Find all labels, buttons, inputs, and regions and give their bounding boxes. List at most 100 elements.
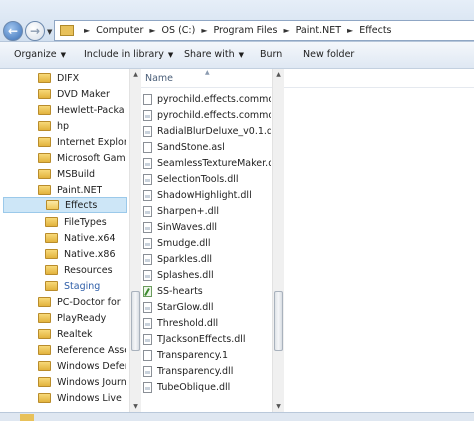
folder-icon (38, 73, 51, 83)
scroll-up-icon[interactable]: ▲ (130, 71, 141, 78)
sidebar-item-staging[interactable]: Staging (45, 278, 126, 294)
sidebar-item-microsoft-games[interactable]: Microsoft Gam (38, 150, 126, 166)
list-item[interactable]: TubeOblique.dll (143, 379, 271, 395)
file-name: Transparency.dll (157, 365, 234, 377)
sidebar-item-internet-explorer[interactable]: Internet Explore (38, 134, 126, 150)
sidebar-item-pc-doctor[interactable]: PC-Doctor for (38, 294, 126, 310)
folder-icon (45, 281, 58, 291)
sidebar-item-msbuild[interactable]: MSBuild (38, 166, 126, 182)
dll-file-icon (143, 269, 152, 281)
sidebar-item-hewlett-packard[interactable]: Hewlett-Packa (38, 102, 126, 118)
list-item[interactable]: SelectionTools.dll (143, 171, 271, 187)
recent-pages-dropdown-icon[interactable]: ▼ (47, 28, 52, 36)
breadcrumb-paint-net[interactable]: Paint.NET (296, 25, 341, 36)
file-name: Splashes.dll (157, 269, 214, 281)
sidebar-item-playready[interactable]: PlayReady (38, 310, 126, 326)
forward-button[interactable]: → (25, 21, 45, 41)
burn-button[interactable]: Burn (260, 49, 282, 60)
sidebar-item-dvd-maker[interactable]: DVD Maker (38, 86, 126, 102)
chevron-right-icon[interactable]: ► (347, 26, 353, 35)
list-item[interactable]: Transparency.dll (143, 363, 271, 379)
sidebar-item-filetypes[interactable]: FileTypes (45, 214, 126, 230)
list-item[interactable]: Threshold.dll (143, 315, 271, 331)
chevron-right-icon[interactable]: ► (84, 26, 90, 35)
breadcrumb-drive[interactable]: OS (C:) (162, 25, 196, 36)
scrollbar-thumb[interactable] (274, 291, 283, 351)
scroll-down-icon[interactable]: ▼ (130, 403, 141, 410)
organize-label: Organize (14, 49, 57, 60)
file-name: pyrochild.effects.common.1 (157, 93, 271, 105)
command-bar: Organize ▼ Include in library ▼ Share with… (0, 42, 474, 69)
list-item[interactable]: pyrochild.effects.common.c (143, 107, 271, 123)
breadcrumb-computer[interactable]: Computer (96, 25, 143, 36)
list-item[interactable]: SS-hearts (143, 283, 271, 299)
chevron-right-icon[interactable]: ► (149, 26, 155, 35)
list-item[interactable]: Transparency.1 (143, 347, 271, 363)
list-item[interactable]: ShadowHighlight.dll (143, 187, 271, 203)
chevron-right-icon[interactable]: ► (201, 26, 207, 35)
sidebar-item-resources[interactable]: Resources (45, 262, 126, 278)
sidebar-item-hp[interactable]: hp (38, 118, 126, 134)
folder-icon (45, 249, 58, 259)
folder-icon (38, 393, 51, 403)
sidebar-item-label: Microsoft Gam (57, 152, 126, 164)
sidebar-item-native-x86[interactable]: Native.x86 (45, 246, 126, 262)
new-folder-button[interactable]: New folder (303, 49, 354, 60)
column-header-name[interactable]: Name ▲ (141, 69, 474, 88)
scroll-down-icon[interactable]: ▼ (273, 403, 284, 410)
navigation-pane-scrollbar[interactable]: ▲ ▼ (129, 69, 141, 412)
sidebar-item-effects[interactable]: Effects (3, 197, 127, 213)
list-item[interactable]: Sharpen+.dll (143, 203, 271, 219)
file-name: SelectionTools.dll (157, 173, 239, 185)
sidebar-item-label: Native.x86 (64, 248, 116, 260)
breadcrumb-effects[interactable]: Effects (359, 25, 391, 36)
include-in-library-button[interactable]: Include in library ▼ (84, 49, 173, 60)
list-item[interactable]: RadialBlurDeluxe_v0.1.dll (143, 123, 271, 139)
list-item[interactable]: SinWaves.dll (143, 219, 271, 235)
file-name: SeamlessTextureMaker.dll (157, 157, 271, 169)
folder-icon (38, 153, 51, 163)
sidebar-item-windows-journal[interactable]: Windows Journ (38, 374, 126, 390)
dll-file-icon (143, 221, 152, 233)
sidebar-item-paint-net[interactable]: Paint.NET (38, 182, 126, 198)
folder-icon (38, 169, 51, 179)
list-item[interactable]: Sparkles.dll (143, 251, 271, 267)
folder-icon (38, 377, 51, 387)
sidebar-item-label: MSBuild (57, 168, 96, 180)
share-with-button[interactable]: Share with ▼ (184, 49, 244, 60)
folder-icon (38, 329, 51, 339)
list-item[interactable]: SeamlessTextureMaker.dll (143, 155, 271, 171)
list-item[interactable]: pyrochild.effects.common.1 (143, 91, 271, 107)
file-list-scrollbar[interactable]: ▲ ▼ (272, 69, 284, 412)
sidebar-item-reference-assemblies[interactable]: Reference Asse (38, 342, 126, 358)
folder-icon (38, 89, 51, 99)
list-item[interactable]: Smudge.dll (143, 235, 271, 251)
include-in-library-label: Include in library (84, 49, 164, 60)
organize-button[interactable]: Organize ▼ (14, 49, 66, 60)
chevron-right-icon[interactable]: ► (283, 26, 289, 35)
sidebar-item-windows-live[interactable]: Windows Live (38, 390, 126, 406)
sidebar-item-realtek[interactable]: Realtek (38, 326, 126, 342)
sidebar-item-label: PlayReady (57, 312, 107, 324)
file-name: Threshold.dll (157, 317, 219, 329)
sort-ascending-icon: ▲ (205, 69, 210, 76)
list-item[interactable]: Splashes.dll (143, 267, 271, 283)
sidebar-item-difx[interactable]: DIFX (38, 70, 126, 86)
sidebar-item-label: Effects (65, 199, 98, 211)
navigation-pane[interactable]: DIFX DVD Maker Hewlett-Packa hp Internet… (0, 69, 129, 412)
list-item[interactable]: SandStone.asl (143, 139, 271, 155)
dll-file-icon (143, 205, 152, 217)
dll-file-icon (143, 189, 152, 201)
file-name: Transparency.1 (157, 349, 229, 361)
back-button[interactable]: ← (3, 21, 23, 41)
breadcrumb[interactable]: ► Computer ► OS (C:) ► Program Files ► P… (54, 20, 474, 41)
scroll-up-icon[interactable]: ▲ (273, 71, 284, 78)
sidebar-item-windows-defender[interactable]: Windows Defen (38, 358, 126, 374)
sidebar-item-native-x64[interactable]: Native.x64 (45, 230, 126, 246)
scrollbar-thumb[interactable] (131, 291, 140, 351)
dropdown-arrow-icon: ▼ (60, 51, 66, 59)
file-list[interactable]: Name ▲ pyrochild.effects.common.1 pyroch… (141, 69, 474, 412)
list-item[interactable]: TJacksonEffects.dll (143, 331, 271, 347)
list-item[interactable]: StarGlow.dll (143, 299, 271, 315)
breadcrumb-program-files[interactable]: Program Files (213, 25, 277, 36)
